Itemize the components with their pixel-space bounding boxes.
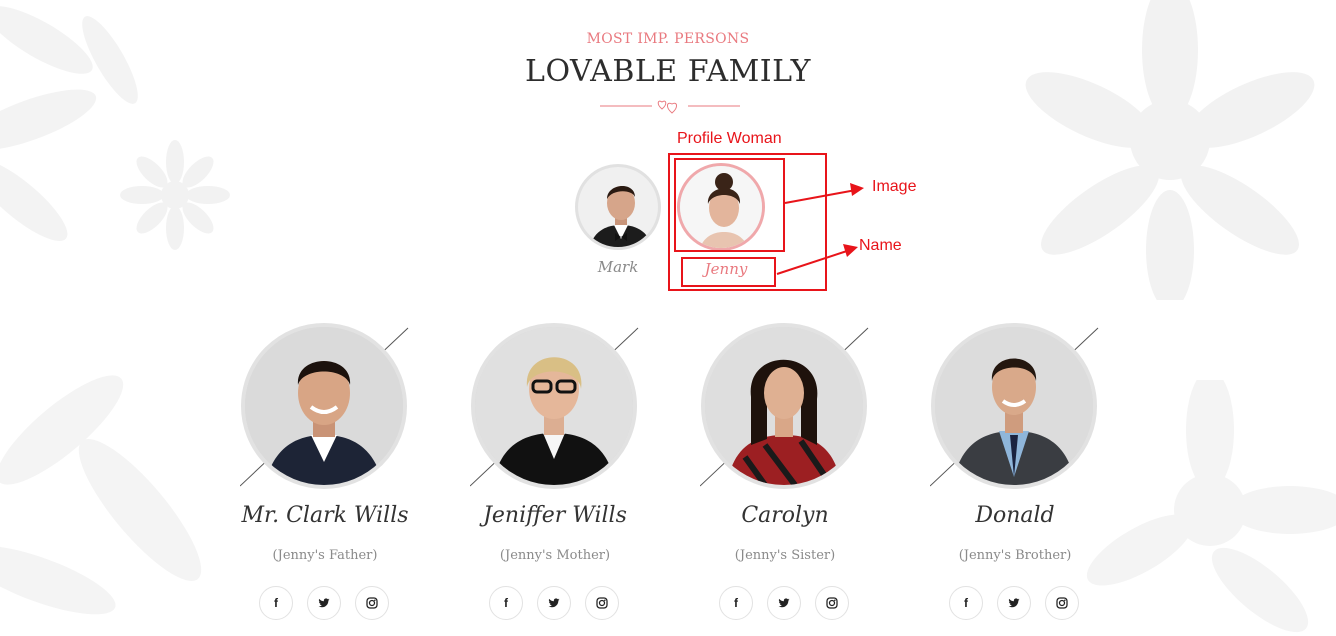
member-name: Mr. Clark Wills: [241, 503, 409, 528]
hearts-icon: [657, 100, 677, 114]
groom-avatar[interactable]: [575, 164, 661, 250]
background-flower-bottom-left: [0, 310, 260, 636]
title-divider: [600, 97, 740, 117]
annotation-image-label: Image: [872, 178, 917, 195]
instagram-button[interactable]: [585, 586, 619, 620]
instagram-icon: [826, 597, 838, 609]
facebook-button[interactable]: f: [259, 586, 293, 620]
twitter-button[interactable]: [997, 586, 1031, 620]
instagram-button[interactable]: [1045, 586, 1079, 620]
twitter-icon: [548, 598, 560, 608]
section-kicker: MOST IMP. PERSONS: [586, 31, 750, 47]
twitter-icon: [778, 598, 790, 608]
annotation-name-label: Name: [859, 237, 902, 254]
twitter-button[interactable]: [537, 586, 571, 620]
member-name: Jeniffer Wills: [483, 503, 627, 528]
member-photo-father[interactable]: [241, 323, 407, 489]
annotation-profile-label: Profile Woman: [677, 130, 782, 147]
twitter-icon: [1008, 598, 1020, 608]
twitter-icon: [318, 598, 330, 608]
instagram-button[interactable]: [355, 586, 389, 620]
member-photo-mother[interactable]: [471, 323, 637, 489]
member-name: Carolyn: [741, 503, 829, 528]
member-photo-sister[interactable]: [701, 323, 867, 489]
annotation-arrows: [776, 183, 864, 275]
groom-name: Mark: [597, 258, 639, 276]
annotation-image-box: [674, 158, 785, 252]
member-role: (Jenny's Mother): [499, 548, 611, 563]
member-role: (Jenny's Sister): [734, 548, 836, 563]
twitter-button[interactable]: [767, 586, 801, 620]
background-flower-small: [120, 140, 230, 250]
member-name: Donald: [975, 503, 1055, 528]
facebook-button[interactable]: f: [719, 586, 753, 620]
instagram-icon: [366, 597, 378, 609]
instagram-button[interactable]: [815, 586, 849, 620]
facebook-button[interactable]: f: [489, 586, 523, 620]
facebook-button[interactable]: f: [949, 586, 983, 620]
member-role: (Jenny's Father): [272, 548, 378, 563]
annotation-name-box: [681, 257, 776, 287]
member-role: (Jenny's Brother): [958, 548, 1072, 563]
member-photo-brother[interactable]: [931, 323, 1097, 489]
twitter-button[interactable]: [307, 586, 341, 620]
instagram-icon: [1056, 597, 1068, 609]
section-title: LOVABLE FAMILY: [525, 54, 811, 89]
instagram-icon: [596, 597, 608, 609]
